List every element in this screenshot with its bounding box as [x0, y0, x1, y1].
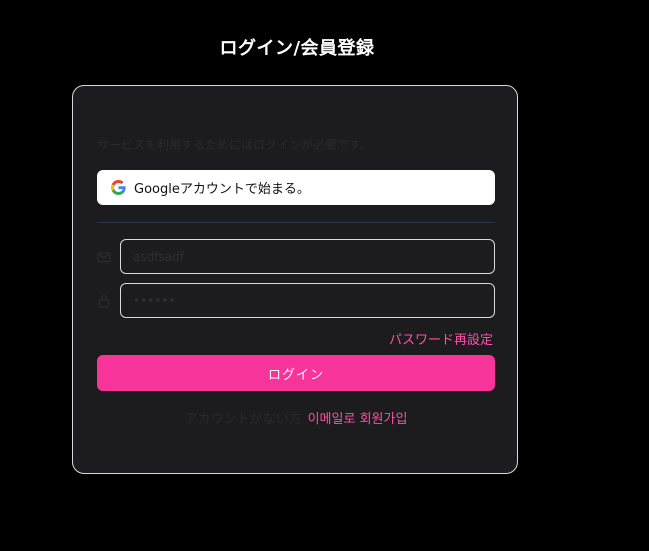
password-row: •••••• — [97, 283, 495, 318]
signup-row: アカウントがない方 이메일로 회원가입 — [73, 408, 519, 427]
google-login-button[interactable]: Googleアカウントで始まる。 — [97, 170, 495, 205]
google-logo-icon — [111, 180, 126, 195]
login-card: サービスを利用するためにはログインが必要です。 Googleアカウントで始まる。 — [72, 85, 518, 474]
login-button[interactable]: ログイン — [97, 355, 495, 391]
email-signup-link[interactable]: 이메일로 회원가입 — [308, 412, 408, 427]
email-row: asdfsadf — [97, 239, 495, 274]
forgot-password-link[interactable]: パスワード再設定 — [389, 329, 493, 348]
signup-prompt: アカウントがない方 — [184, 412, 302, 427]
page-title: ログイン/会員登録 — [219, 38, 375, 59]
google-button-label: Googleアカウントで始まる。 — [134, 182, 310, 197]
lock-icon — [97, 293, 111, 308]
divider — [97, 222, 495, 223]
email-field[interactable]: asdfsadf — [120, 239, 495, 274]
password-field[interactable]: •••••• — [120, 283, 495, 318]
mail-icon — [97, 249, 111, 263]
login-page: ログイン/会員登録 サービスを利用するためにはログインが必要です。 Google… — [0, 0, 649, 551]
intro-text: サービスを利用するためにはログインが必要です。 — [97, 138, 372, 152]
